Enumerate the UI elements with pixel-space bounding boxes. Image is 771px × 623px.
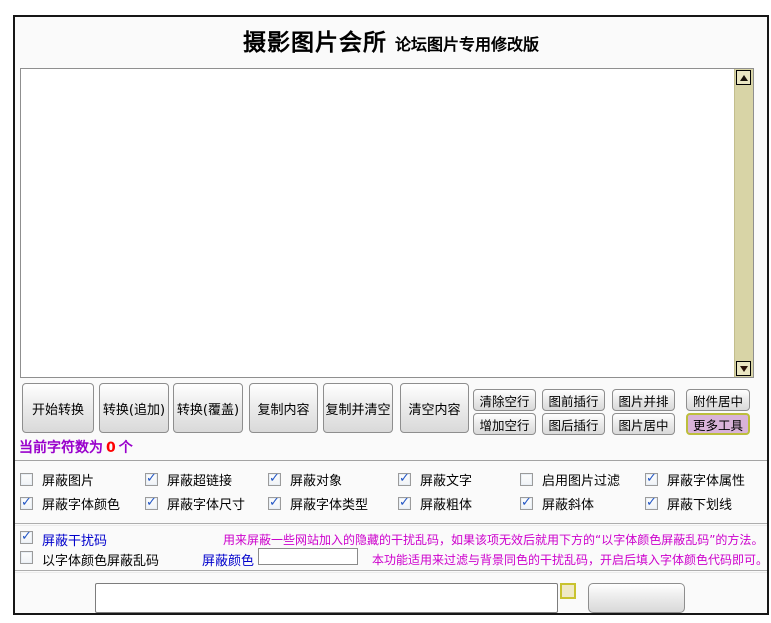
checkbox-label: 屏蔽字体尺寸 — [167, 498, 246, 513]
filter-block-text: 屏蔽文字 — [398, 471, 520, 489]
center-attachment-button[interactable]: 附件居中 — [686, 389, 750, 411]
images-side-by-side-button[interactable]: 图片并排 — [612, 389, 675, 411]
checkbox[interactable] — [268, 471, 281, 486]
block-noise-checkbox[interactable] — [20, 529, 33, 544]
bottom-action-button[interactable] — [588, 583, 685, 613]
checkbox[interactable] — [398, 495, 411, 510]
font-color-noise-label: 以字体颜色屏蔽乱码 — [42, 554, 160, 569]
center-image-button[interactable]: 图片居中 — [612, 413, 675, 435]
block-color-field-label: 屏蔽颜色 — [202, 554, 255, 569]
checkbox-label: 屏蔽文字 — [420, 474, 473, 489]
char-count: 当前字符数为 0 个 — [19, 437, 133, 457]
arrow-up-icon — [739, 74, 748, 81]
page-title: 摄影图片会所 论坛图片专用修改版 — [15, 23, 767, 57]
scroll-up-button[interactable] — [736, 70, 751, 85]
filter-block-font-type: 屏蔽字体类型 — [268, 495, 398, 513]
checkbox[interactable] — [645, 495, 658, 510]
char-count-label: 当前字符数为 — [19, 440, 103, 456]
copy-and-clear-button[interactable]: 复制并清空 — [323, 383, 393, 433]
checkbox[interactable] — [645, 471, 658, 486]
checkbox-label: 屏蔽斜体 — [542, 498, 595, 513]
block-noise-label: 屏蔽干扰码 — [42, 534, 108, 549]
checkbox-label: 屏蔽字体类型 — [290, 498, 369, 513]
checkbox[interactable] — [145, 471, 158, 486]
app-window: 摄影图片会所 论坛图片专用修改版 开始转换 转换(追加) 转换(覆盖) 复制内容 … — [13, 15, 769, 615]
convert-start-button[interactable]: 开始转换 — [22, 383, 94, 433]
arrow-down-icon — [739, 365, 748, 372]
checkbox[interactable] — [398, 471, 411, 486]
app-subtitle: 论坛图片专用修改版 — [394, 35, 539, 54]
separator — [15, 570, 767, 573]
filter-enable-image-filter: 启用图片过滤 — [520, 471, 645, 489]
font-color-noise-checkbox[interactable] — [20, 551, 33, 564]
filter-block-object: 屏蔽对象 — [268, 471, 398, 489]
block-noise-row: 屏蔽干扰码 用来屏蔽一些网站加入的隐藏的干扰乱码，如果该项无效后就用下方的“以字… — [20, 529, 765, 549]
color-swatch-button[interactable] — [560, 583, 576, 599]
checkbox-label: 屏蔽字体属性 — [667, 474, 746, 489]
bottom-toolbar — [15, 583, 767, 623]
checkbox[interactable] — [520, 495, 533, 510]
font-color-noise-hint: 本功能适用来过滤与背景同色的干扰乱码，开启后填入字体颜色代码即可。 — [372, 553, 769, 567]
add-blank-lines-button[interactable]: 增加空行 — [473, 413, 536, 435]
char-count-unit: 个 — [118, 440, 133, 456]
checkbox[interactable] — [268, 495, 281, 510]
content-textarea[interactable] — [20, 68, 754, 378]
filter-block-hyperlink: 屏蔽超链接 — [145, 471, 268, 489]
checkbox-label: 屏蔽下划线 — [667, 498, 733, 513]
convert-overwrite-button[interactable]: 转换(覆盖) — [173, 383, 243, 433]
filter-block-font-attr: 屏蔽字体属性 — [645, 471, 765, 489]
font-color-noise-row: 以字体颜色屏蔽乱码 屏蔽颜色 本功能适用来过滤与背景同色的干扰乱码，开启后填入字… — [20, 548, 769, 569]
filter-block-image: 屏蔽图片 — [20, 471, 145, 489]
separator — [15, 523, 767, 526]
clear-content-button[interactable]: 清空内容 — [400, 383, 469, 433]
filter-block-bold: 屏蔽粗体 — [398, 495, 520, 513]
checkbox-label: 屏蔽超链接 — [167, 474, 233, 489]
filter-block-font-color: 屏蔽字体颜色 — [20, 495, 145, 513]
copy-content-button[interactable]: 复制内容 — [249, 383, 318, 433]
checkbox[interactable] — [520, 473, 533, 486]
checkbox[interactable] — [20, 473, 33, 486]
checkbox-label: 屏蔽字体颜色 — [42, 498, 121, 513]
bottom-input[interactable] — [95, 583, 558, 613]
filter-options: 屏蔽图片 屏蔽超链接 屏蔽对象 屏蔽文字 启用图片过滤 屏蔽字体属性 屏蔽字体颜… — [20, 471, 765, 513]
filter-block-italic: 屏蔽斜体 — [520, 495, 645, 513]
separator — [15, 460, 767, 461]
checkbox[interactable] — [145, 495, 158, 510]
filter-block-font-size: 屏蔽字体尺寸 — [145, 495, 268, 513]
checkbox[interactable] — [20, 495, 33, 510]
block-noise-hint: 用来屏蔽一些网站加入的隐藏的干扰乱码，如果该项无效后就用下方的“以字体颜色屏蔽乱… — [223, 533, 764, 547]
char-count-value: 0 — [106, 440, 116, 456]
checkbox-label: 屏蔽图片 — [42, 474, 95, 489]
insert-line-after-image-button[interactable]: 图后插行 — [542, 413, 605, 435]
convert-append-button[interactable]: 转换(追加) — [99, 383, 169, 433]
remove-blank-lines-button[interactable]: 清除空行 — [473, 389, 536, 411]
scrollbar[interactable] — [734, 69, 753, 377]
checkbox-label: 屏蔽对象 — [290, 474, 343, 489]
more-tools-button[interactable]: 更多工具 — [686, 413, 750, 435]
app-title: 摄影图片会所 — [242, 30, 387, 56]
block-color-input[interactable] — [258, 548, 358, 565]
filter-block-underline: 屏蔽下划线 — [645, 495, 765, 513]
scroll-down-button[interactable] — [736, 361, 751, 376]
insert-line-before-image-button[interactable]: 图前插行 — [542, 389, 605, 411]
checkbox-label: 启用图片过滤 — [542, 474, 621, 489]
checkbox-label: 屏蔽粗体 — [420, 498, 473, 513]
